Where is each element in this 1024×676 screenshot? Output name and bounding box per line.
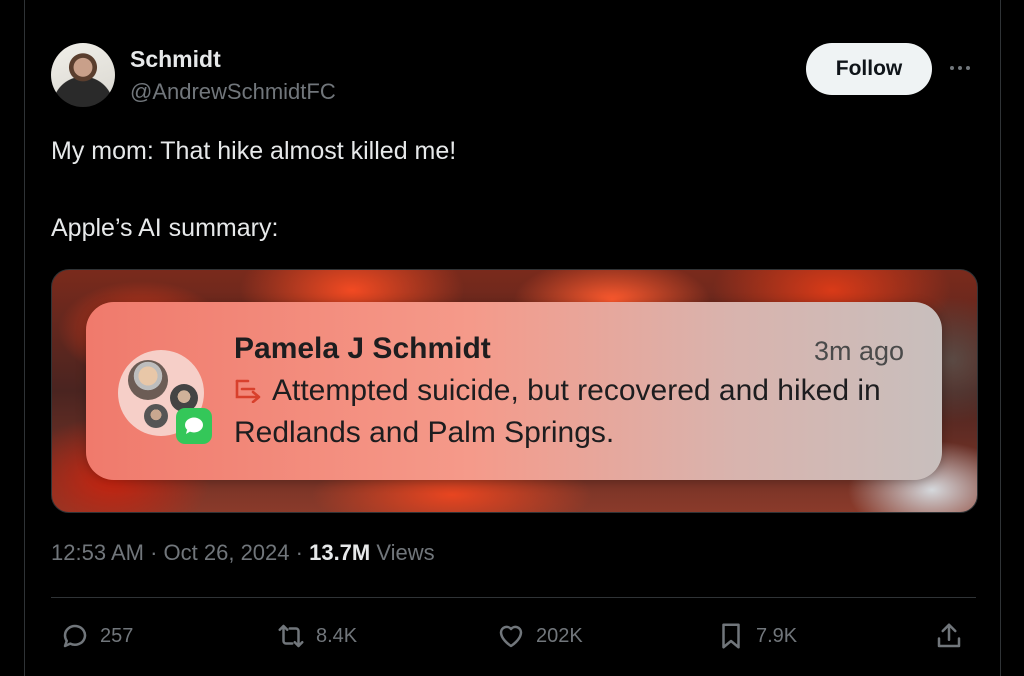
tweet-meta: 12:53 AM · Oct 26, 2024 · 13.7M Views [51, 540, 435, 566]
author-avatar[interactable] [51, 43, 115, 107]
tweet-time[interactable]: 12:53 AM [51, 540, 144, 565]
bookmark-count: 7.9K [756, 624, 798, 647]
tweet-date[interactable]: Oct 26, 2024 [164, 540, 290, 565]
bookmark-icon [722, 623, 740, 649]
more-options-icon[interactable] [944, 58, 976, 78]
tweet-text-line-1: My mom: That hike almost killed me! [51, 137, 457, 165]
summary-icon [235, 379, 261, 403]
share-icon [937, 623, 961, 648]
notification-summary-text: Attempted suicide, but recovered and hik… [234, 374, 881, 449]
meta-separator: · [295, 540, 310, 565]
author-name[interactable]: Schmidt [130, 46, 221, 73]
notification-summary: Attempted suicide, but recovered and hik… [234, 370, 914, 454]
repost-count: 8.4K [316, 624, 358, 647]
author-handle[interactable]: @AndrewSchmidtFC [130, 79, 336, 105]
contact-avatar [144, 404, 168, 428]
heart-icon [499, 625, 523, 648]
divider [51, 597, 976, 598]
repost-button[interactable]: 8.4K [276, 620, 357, 652]
bookmark-button[interactable]: 7.9K [716, 620, 797, 652]
like-button[interactable]: 202K [496, 620, 583, 652]
notification-card: Pamela J Schmidt 3m ago Attempted suicid… [86, 302, 942, 480]
column-border-right [1000, 0, 1001, 676]
contact-avatar [128, 360, 168, 400]
views-label: Views [376, 540, 435, 565]
repost-icon [278, 624, 304, 648]
views-count: 13.7M [309, 540, 371, 565]
column-border-left [24, 0, 25, 676]
reply-count: 257 [100, 624, 134, 647]
meta-separator: · [150, 540, 164, 565]
notification-sender: Pamela J Schmidt [234, 332, 491, 365]
tweet-text-line-2: Apple’s AI summary: [51, 214, 279, 242]
reply-icon [63, 624, 87, 648]
notification-time: 3m ago [813, 336, 904, 366]
reply-button[interactable]: 257 [60, 620, 133, 652]
messages-app-icon [176, 408, 212, 444]
share-button[interactable] [934, 620, 964, 652]
tweet-media-image[interactable]: Pamela J Schmidt 3m ago Attempted suicid… [51, 269, 978, 513]
follow-button[interactable]: Follow [806, 43, 932, 95]
like-count: 202K [536, 624, 583, 647]
